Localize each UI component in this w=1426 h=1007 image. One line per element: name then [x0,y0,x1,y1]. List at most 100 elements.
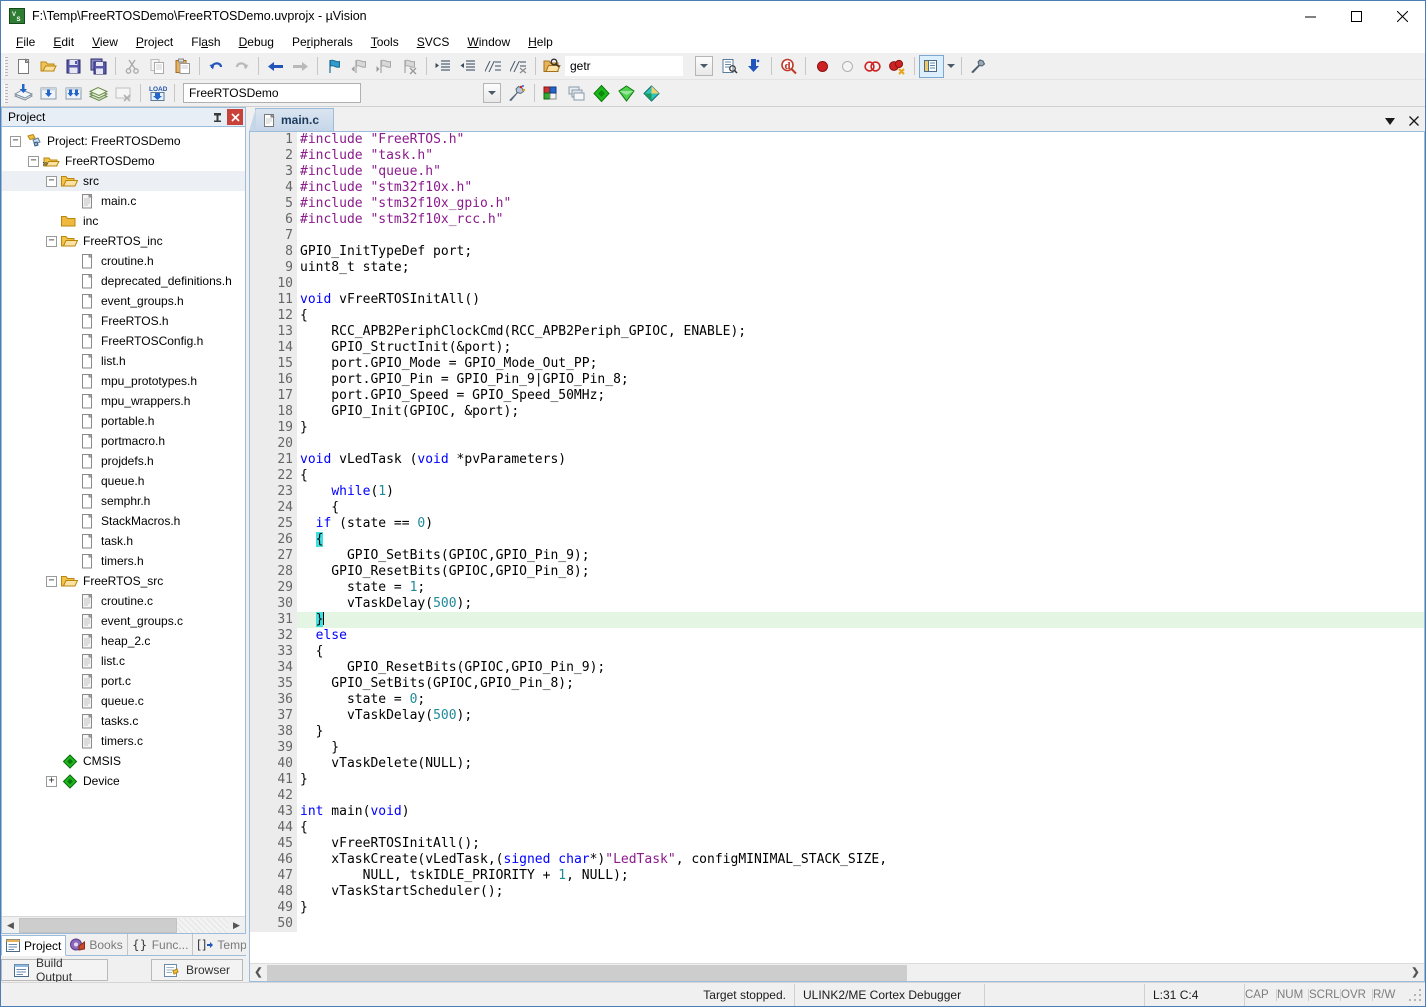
code-line[interactable]: 37 vTaskDelay(500); [250,708,1424,724]
code-line[interactable]: 39 } [250,740,1424,756]
target-options-icon[interactable] [505,82,530,105]
cut-icon[interactable] [120,55,145,78]
pack-installer-icon[interactable] [614,82,639,105]
menu-help[interactable]: Help [519,32,562,52]
code-line[interactable]: 22{ [250,468,1424,484]
code-line[interactable]: 30 vTaskDelay(500); [250,596,1424,612]
close-button[interactable] [1379,1,1425,31]
indent-left-icon[interactable] [456,55,481,78]
close-document-icon[interactable] [1407,114,1421,128]
expand-icon[interactable]: + [46,775,57,787]
paste-icon[interactable] [170,55,195,78]
code-line[interactable]: 26 { [250,532,1424,548]
target-selector-dropdown[interactable] [483,83,501,103]
scroll-thumb[interactable] [19,917,177,933]
manage-run-time-env-icon[interactable] [564,82,589,105]
code-line[interactable]: 11 void vFreeRTOSInitAll() [250,292,1424,308]
code-line[interactable]: 18 GPIO_Init(GPIOC, &port); [250,404,1424,420]
code-line[interactable]: 12{ [250,308,1424,324]
collapse-icon[interactable]: − [46,175,57,187]
code-line[interactable]: 9 uint8_t state; [250,260,1424,276]
scroll-track[interactable] [19,917,228,933]
translate-icon[interactable] [11,82,36,105]
code-line[interactable]: 16 port.GPIO_Pin = GPIO_Pin_9|GPIO_Pin_8… [250,372,1424,388]
project-tree-hscrollbar[interactable]: ◀ ▶ [2,916,245,933]
breakpoint-insert-icon[interactable] [810,55,835,78]
menu-debug[interactable]: Debug [230,32,283,52]
open-file-icon[interactable] [36,55,61,78]
code-line[interactable]: 10 [250,276,1424,292]
breakpoint-kill-all-icon[interactable] [885,55,910,78]
manage-windows-icon[interactable] [919,54,944,78]
scroll-right-icon[interactable]: ❯ [1407,965,1424,981]
code-line[interactable]: 34 GPIO_ResetBits(GPIOC,GPIO_Pin_9); [250,660,1424,676]
tree-item[interactable]: FreeRTOS.h [2,311,245,331]
code-line[interactable]: 13 RCC_APB2PeriphClockCmd(RCC_APB2Periph… [250,324,1424,340]
code-line[interactable]: 23 while(1) [250,484,1424,500]
code-line[interactable]: 2 #include "task.h" [250,148,1424,164]
bookmark-toggle-icon[interactable] [322,55,347,78]
menu-svcs[interactable]: SVCS [408,32,459,52]
toolbar-grip[interactable] [4,56,8,76]
code-line[interactable]: 19} [250,420,1424,436]
tree-item[interactable]: deprecated_definitions.h [2,271,245,291]
tree-item[interactable]: list.c [2,651,245,671]
pin-icon[interactable] [209,109,225,125]
bookmark-next-icon[interactable] [372,55,397,78]
code-hscrollbar[interactable]: ❮ ❯ [250,963,1424,981]
tree-item[interactable]: semphr.h [2,491,245,511]
find-icon[interactable]: d [776,55,801,78]
comment-icon[interactable]: // [481,55,506,78]
code-line[interactable]: 47 NULL, tskIDLE_PRIORITY + 1, NULL); [250,868,1424,884]
tree-item[interactable]: portable.h [2,411,245,431]
code-line[interactable]: 8 GPIO_InitTypeDef port; [250,244,1424,260]
tree-item[interactable]: portmacro.h [2,431,245,451]
project-tree-area[interactable]: − Project: FreeRTOSDemo − FreeRTOSDemo − src m… [1,126,246,934]
code-viewport[interactable]: 1 #include "FreeRTOS.h" 2 #include "task.h"… [250,132,1424,963]
code-line[interactable]: 5 #include "stm32f10x_gpio.h" [250,196,1424,212]
menu-tools[interactable]: Tools [362,32,408,52]
code-line[interactable]: 32 else [250,628,1424,644]
bookmark-prev-icon[interactable] [347,55,372,78]
collapse-icon[interactable]: − [46,575,57,587]
configure-toolbar-icon[interactable] [717,55,742,78]
collapse-icon[interactable]: − [10,135,21,147]
scroll-left-icon[interactable]: ◀ [2,917,19,933]
maximize-button[interactable] [1333,1,1379,31]
stop-build-icon[interactable] [111,82,136,105]
scroll-left-icon[interactable]: ❮ [250,965,267,981]
save-icon[interactable] [61,55,86,78]
tree-item[interactable]: port.c [2,671,245,691]
menu-window[interactable]: Window [458,32,519,52]
code-line[interactable]: 36 state = 0; [250,692,1424,708]
panel-tab-project[interactable]: Project [1,935,67,956]
scroll-thumb[interactable] [267,964,907,981]
uncomment-icon[interactable]: // [506,55,531,78]
menu-project[interactable]: Project [127,32,182,52]
rebuild-icon[interactable] [61,82,86,105]
code-line[interactable]: 42 [250,788,1424,804]
code-line[interactable]: 17 port.GPIO_Speed = GPIO_Speed_50MHz; [250,388,1424,404]
tree-item[interactable]: projdefs.h [2,451,245,471]
minimize-button[interactable] [1287,1,1333,31]
scroll-right-icon[interactable]: ▶ [228,917,245,933]
code-line[interactable]: 44{ [250,820,1424,836]
code-line[interactable]: 28 GPIO_ResetBits(GPIOC,GPIO_Pin_8); [250,564,1424,580]
code-line[interactable]: 27 GPIO_SetBits(GPIOC,GPIO_Pin_9); [250,548,1424,564]
code-line[interactable]: 25 if (state == 0) [250,516,1424,532]
tree-item[interactable]: − src [2,171,245,191]
tree-item[interactable]: StackMacros.h [2,511,245,531]
breakpoint-disable-icon[interactable] [835,55,860,78]
resize-grip[interactable] [1407,983,1425,1006]
code-line[interactable]: 4 #include "stm32f10x.h" [250,180,1424,196]
tree-item[interactable]: list.h [2,351,245,371]
code-line[interactable]: 46 xTaskCreate(vLedTask,(signed char*)"L… [250,852,1424,868]
panel-tab-books[interactable]: Books [66,934,128,955]
tree-item[interactable]: event_groups.h [2,291,245,311]
menu-edit[interactable]: Edit [44,32,83,52]
tree-item[interactable]: + Device [2,771,245,791]
save-all-icon[interactable] [86,55,111,78]
tree-item[interactable]: mpu_prototypes.h [2,371,245,391]
code-line[interactable]: 45 vFreeRTOSInitAll(); [250,836,1424,852]
tree-item[interactable]: FreeRTOSConfig.h [2,331,245,351]
